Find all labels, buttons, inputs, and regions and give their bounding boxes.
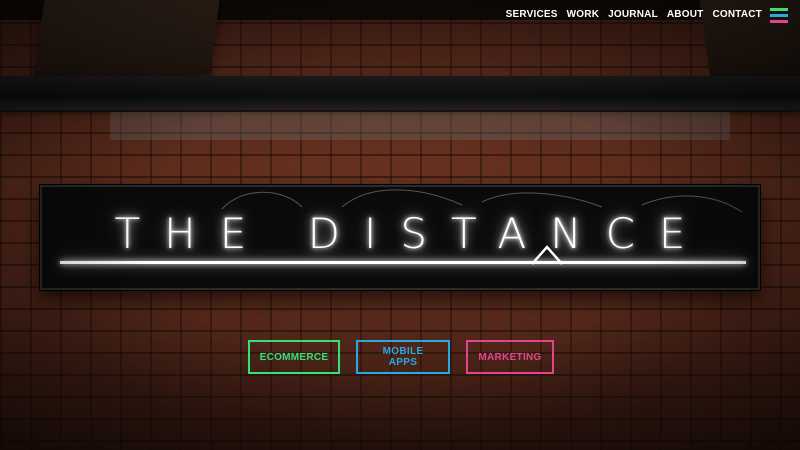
sign-underline [60,261,746,264]
menu-bar-pink [770,20,788,23]
main-nav: SERVICES WORK JOURNAL ABOUT CONTACT [506,9,762,20]
nav-journal[interactable]: JOURNAL [608,9,658,20]
nav-services[interactable]: SERVICES [506,9,558,20]
hero-section: THE DISTANCE SERVICES WORK JOURNAL ABOUT… [0,0,800,450]
hamburger-icon[interactable] [770,8,788,24]
sign-title: THE DISTANCE [114,209,710,258]
wall-conduit [110,112,730,140]
neon-sign: THE DISTANCE [40,185,760,290]
steel-rail [0,76,800,110]
menu-bar-blue [770,14,788,17]
menu-bar-green [770,8,788,11]
marketing-button[interactable]: MARKETING [466,340,554,374]
nav-about[interactable]: ABOUT [667,9,704,20]
ceiling-beam-left [34,0,221,75]
service-buttons: ECOMMERCE MOBILE APPS MARKETING [248,340,554,374]
nav-work[interactable]: WORK [567,9,599,20]
mobile-apps-button[interactable]: MOBILE APPS [356,340,450,374]
ecommerce-button[interactable]: ECOMMERCE [248,340,340,374]
nav-contact[interactable]: CONTACT [712,9,762,20]
